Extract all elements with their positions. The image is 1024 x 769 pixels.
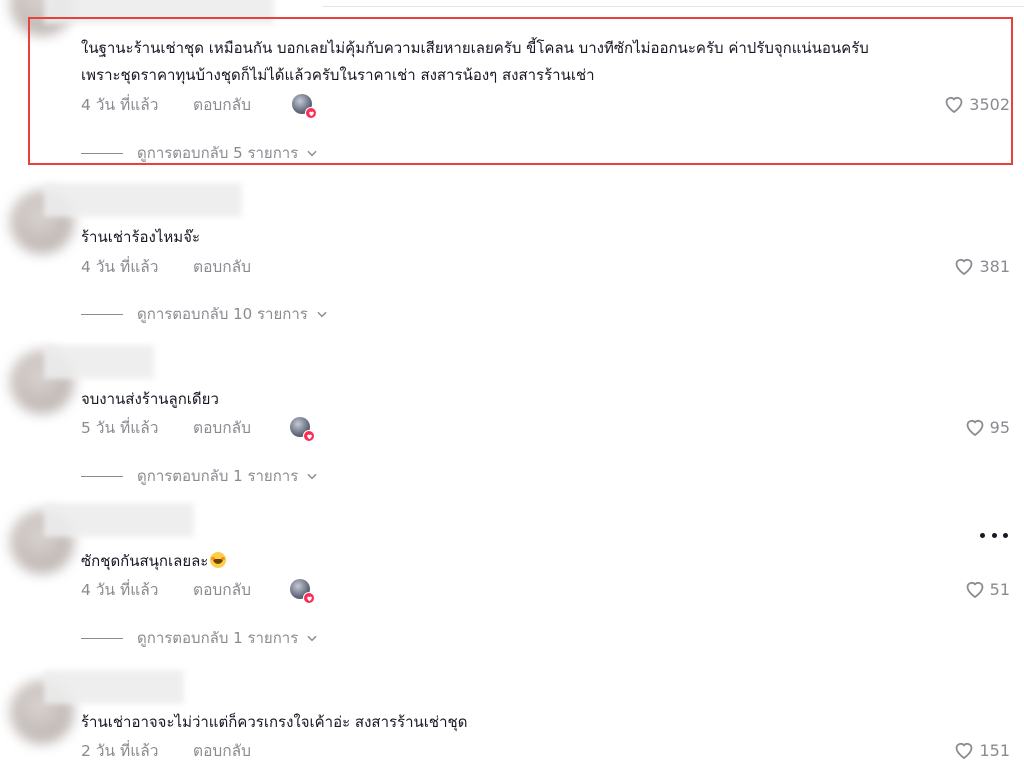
comment-time: 2 วัน ที่แล้ว [81,741,159,760]
view-replies-label: ดูการตอบกลับ 10 รายการ [137,305,308,323]
chevron-down-icon [317,311,327,318]
comment-time: 4 วัน ที่แล้ว [81,580,159,599]
like-button[interactable]: 381 [952,254,1010,278]
comment-text-content: ซักชุดกันสนุกเลยละ [81,552,209,570]
reply-button[interactable]: ตอบกลับ [193,738,251,763]
comment-text: ร้านเช่าร้องไหมจ๊ะ [81,228,201,246]
view-replies-label: ดูการตอบกลับ 1 รายการ [137,467,299,485]
view-replies-button[interactable]: ดูการตอบกลับ 10 รายการ [81,303,329,325]
like-button[interactable]: 95 [963,415,1010,439]
reply-button[interactable]: ตอบกลับ [193,254,251,279]
like-button[interactable]: 151 [952,738,1010,762]
view-replies-button[interactable]: ดูการตอบกลับ 1 รายการ [81,627,319,649]
view-replies-button[interactable]: ดูการตอบกลับ 1 รายการ [81,465,319,487]
chevron-down-icon [307,473,317,480]
more-options-button[interactable] [980,527,1008,543]
divider-dash [81,475,123,477]
divider-dash [81,637,123,639]
divider-dash [81,313,123,315]
comment-time: 4 วัน ที่แล้ว [81,257,159,276]
heart-outline-icon [956,258,973,276]
username-redacted [44,345,154,379]
comment-meta: 4 วัน ที่แล้ว ตอบกลับ [81,577,251,601]
chevron-down-icon [307,635,317,642]
like-count: 381 [979,256,1010,276]
smiling-face-emoji-icon [210,552,227,568]
reply-button[interactable]: ตอบกลับ [193,415,251,440]
like-count: 51 [989,579,1010,599]
username-redacted [44,503,194,537]
heart-icon [303,430,315,442]
highlight-frame [28,17,1013,165]
dot [1003,532,1008,538]
heart-outline-icon [966,581,984,599]
dot [980,532,985,538]
username-redacted [44,183,242,217]
like-count: 95 [989,417,1010,437]
comment-text: ร้านเช่าอาจจะไม่ว่าแต่ก็ควรเกรงใจเค้าอ่ะ… [81,713,468,731]
like-count: 151 [979,740,1010,760]
comment-time: 5 วัน ที่แล้ว [81,418,159,437]
comment-text: ซักชุดกันสนุกเลยละ [81,548,1011,575]
comment-text: จบงานส่งร้านลูกเดียว [81,390,219,408]
top-divider [322,6,1024,7]
heart-outline-icon [956,742,973,760]
heart-outline-icon [966,419,984,437]
username-redacted [44,670,184,704]
comment-meta: 2 วัน ที่แล้ว ตอบกลับ [81,738,251,762]
reply-button[interactable]: ตอบกลับ [193,577,251,602]
like-button[interactable]: 51 [963,577,1010,601]
dot [991,532,997,538]
view-replies-label: ดูการตอบกลับ 1 รายการ [137,629,299,647]
creator-liked-badge [290,417,315,442]
creator-liked-badge [290,579,315,604]
heart-icon [303,592,315,604]
comment-meta: 4 วัน ที่แล้ว ตอบกลับ [81,254,251,278]
comment-meta: 5 วัน ที่แล้ว ตอบกลับ [81,415,251,439]
